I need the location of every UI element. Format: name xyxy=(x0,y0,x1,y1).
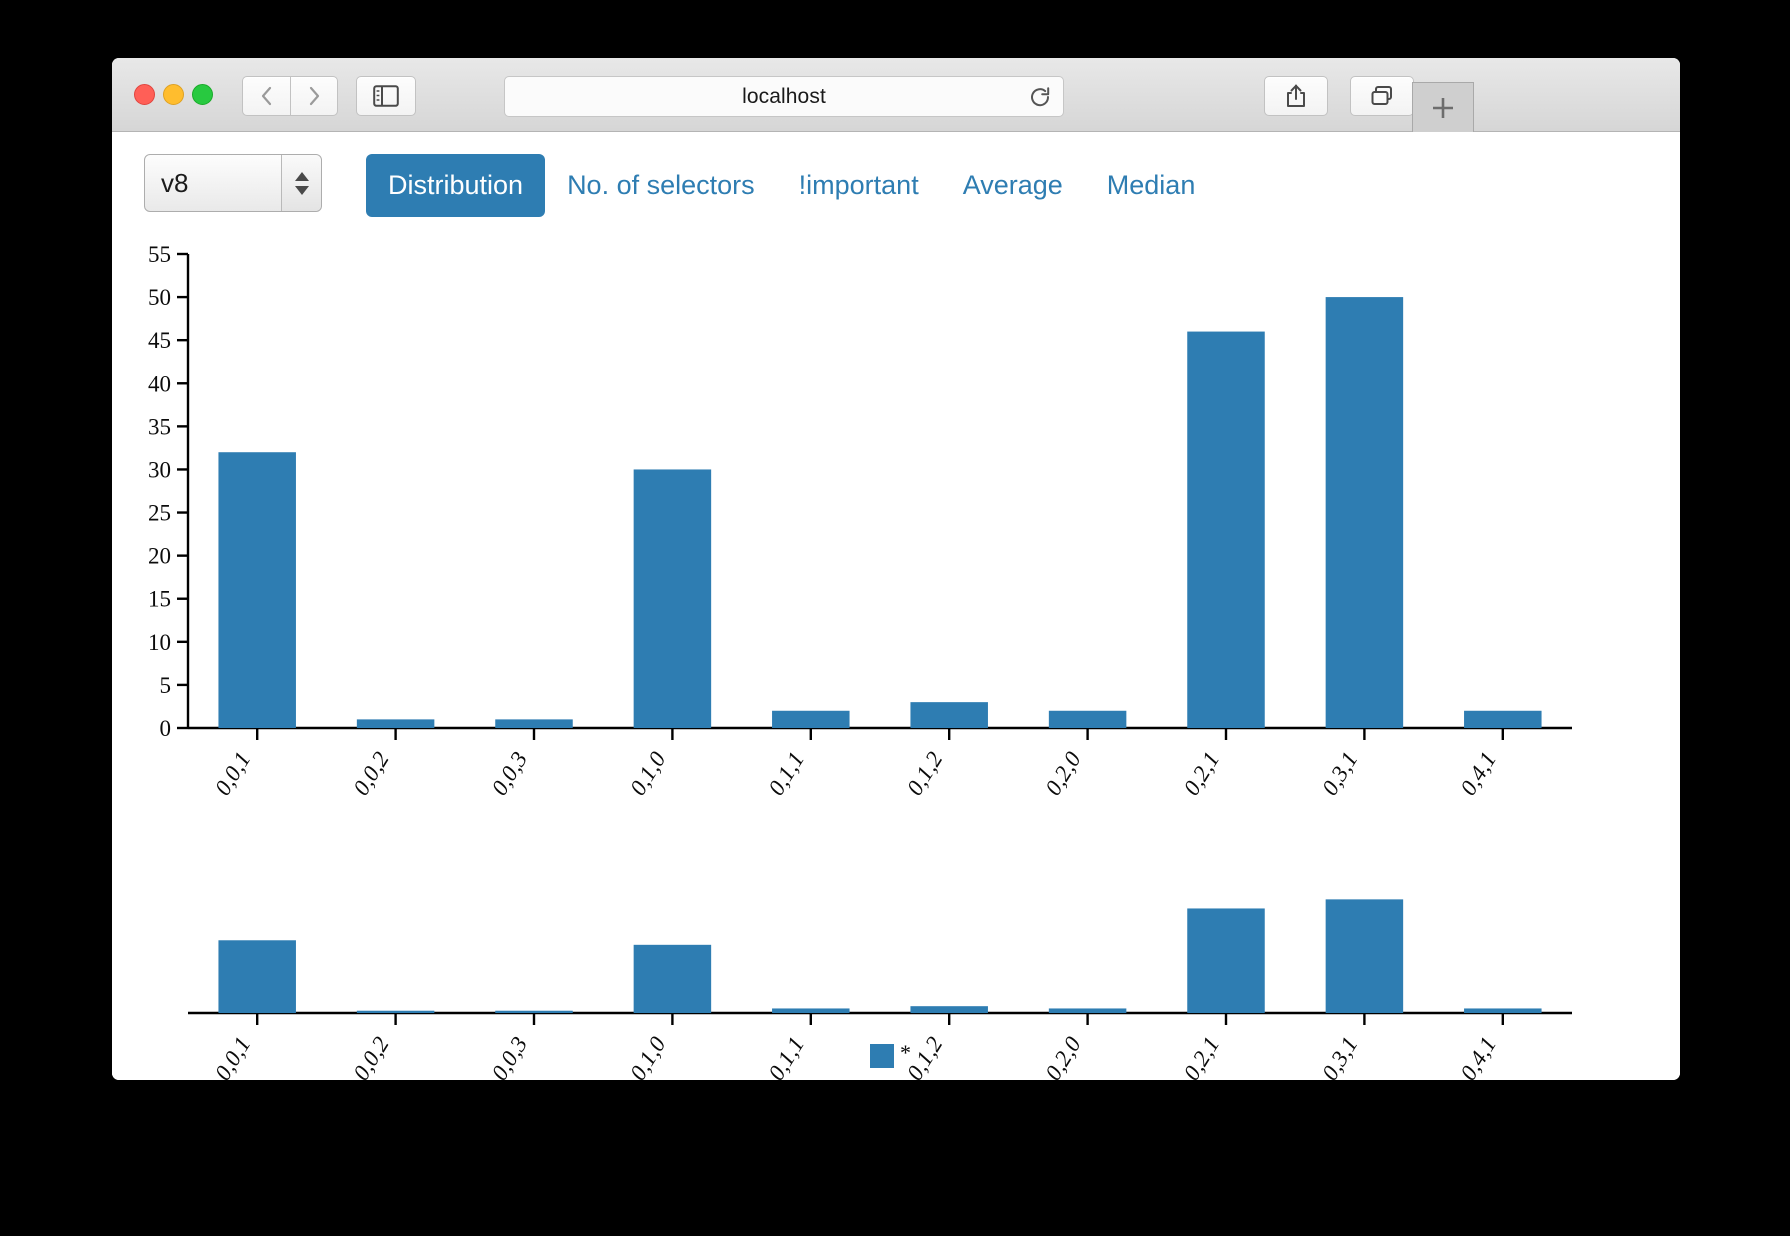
bar[interactable] xyxy=(495,719,573,728)
version-select[interactable]: v8 xyxy=(144,154,322,212)
chevron-right-icon xyxy=(309,86,320,106)
stepper-up-icon xyxy=(294,171,309,181)
bar[interactable] xyxy=(1325,297,1404,728)
back-button[interactable] xyxy=(242,76,290,116)
chart-area: 0 5 10 15 20 25 30 35 40 45 50 55 0,0,1 0,0,2 0,0,3 0,1… xyxy=(112,228,1680,1080)
bar[interactable] xyxy=(1048,710,1127,728)
context-x-tick-label: 0,1,1 xyxy=(763,1032,809,1080)
bar[interactable] xyxy=(633,469,712,728)
browser-window: localhost v8 Distribution No. of selecto… xyxy=(112,58,1680,1080)
context-bar[interactable] xyxy=(772,1008,850,1013)
bar[interactable] xyxy=(356,719,435,728)
bar[interactable] xyxy=(772,710,850,728)
browser-titlebar: localhost xyxy=(112,58,1680,134)
app-navbar: v8 Distribution No. of selectors !import… xyxy=(112,132,1680,228)
context-bar[interactable] xyxy=(495,1010,573,1013)
bar[interactable] xyxy=(1187,331,1265,728)
forward-button[interactable] xyxy=(290,76,338,116)
y-tick-label: 45 xyxy=(148,328,171,353)
url-text: localhost xyxy=(742,84,826,108)
bar[interactable] xyxy=(218,452,296,728)
tab-distribution[interactable]: Distribution xyxy=(366,154,546,217)
y-tick-label: 10 xyxy=(148,630,171,655)
minimize-window-button[interactable] xyxy=(163,84,184,105)
x-tick-label: 0,0,3 xyxy=(487,747,533,799)
show-all-tabs-button[interactable] xyxy=(1350,76,1414,116)
legend-swatch[interactable] xyxy=(870,1044,894,1068)
context-x-tick-label: 0,0,3 xyxy=(487,1032,533,1080)
stepper-icon[interactable] xyxy=(281,155,321,211)
x-tick-label: 0,2,1 xyxy=(1179,747,1225,799)
new-tab-button[interactable] xyxy=(1412,82,1474,134)
legend-label: * xyxy=(900,1040,911,1065)
x-tick-label: 0,3,1 xyxy=(1317,747,1363,799)
context-x-tick-label: 0,3,1 xyxy=(1317,1032,1363,1080)
show-sidebar-button[interactable] xyxy=(356,76,416,116)
context-bar[interactable] xyxy=(218,940,296,1013)
context-bar[interactable] xyxy=(910,1006,988,1013)
tab-no-of-selectors[interactable]: No. of selectors xyxy=(545,154,777,217)
x-tick-label: 0,1,0 xyxy=(625,747,671,800)
context-bar[interactable] xyxy=(1048,1008,1127,1013)
context-bar[interactable] xyxy=(1187,908,1265,1013)
address-bar[interactable]: localhost xyxy=(504,76,1064,117)
plus-icon xyxy=(1433,98,1453,118)
reload-icon xyxy=(1031,86,1050,106)
distribution-bar-chart[interactable]: 0 5 10 15 20 25 30 35 40 45 50 55 0,0,1 0,0,2 0,0,3 0,1… xyxy=(112,228,1680,1080)
y-tick-label: 5 xyxy=(160,673,172,698)
bar[interactable] xyxy=(910,702,988,728)
share-button[interactable] xyxy=(1264,76,1328,116)
bar[interactable] xyxy=(1464,710,1542,728)
sidebar-icon xyxy=(373,85,399,107)
nav-tabs: Distribution No. of selectors !important… xyxy=(366,154,1217,217)
x-tick-label: 0,0,1 xyxy=(210,747,256,799)
tab-average[interactable]: Average xyxy=(941,154,1085,217)
page-content: v8 Distribution No. of selectors !import… xyxy=(112,132,1680,1080)
context-x-tick-label: 0,0,1 xyxy=(210,1032,256,1080)
x-tick-label: 0,4,1 xyxy=(1455,747,1501,799)
tab-median[interactable]: Median xyxy=(1085,154,1218,217)
context-x-tick-label: 0,0,2 xyxy=(348,1032,394,1080)
y-tick-label: 25 xyxy=(148,501,171,526)
context-bar[interactable] xyxy=(1325,899,1404,1013)
window-controls xyxy=(134,84,213,105)
y-tick-label: 40 xyxy=(148,371,171,396)
context-x-tick-label: 0,2,0 xyxy=(1040,1032,1086,1080)
context-bar[interactable] xyxy=(633,944,712,1013)
context-x-tick-label: 0,1,0 xyxy=(625,1032,671,1080)
context-bar[interactable] xyxy=(1464,1008,1542,1013)
y-tick-label: 35 xyxy=(148,414,171,439)
version-select-value: v8 xyxy=(161,167,189,198)
x-tick-label: 0,2,0 xyxy=(1040,747,1086,800)
context-x-tick-label: 0,4,1 xyxy=(1455,1032,1501,1080)
x-tick-label: 0,1,1 xyxy=(763,747,809,799)
x-tick-label: 0,0,2 xyxy=(348,747,394,799)
maximize-window-button[interactable] xyxy=(192,84,213,105)
show-tabs-icon xyxy=(1371,86,1392,105)
y-tick-label: 15 xyxy=(148,587,171,612)
close-window-button[interactable] xyxy=(134,84,155,105)
y-tick-label: 55 xyxy=(148,242,171,267)
tab-important[interactable]: !important xyxy=(777,154,941,217)
y-tick-label: 50 xyxy=(148,285,171,310)
y-tick-label: 0 xyxy=(160,716,172,741)
y-tick-label: 30 xyxy=(148,457,171,482)
chevron-left-icon xyxy=(261,86,271,106)
context-bar[interactable] xyxy=(356,1010,435,1013)
x-tick-label: 0,1,2 xyxy=(902,747,948,799)
stepper-down-icon xyxy=(294,185,309,195)
share-icon xyxy=(1287,84,1305,107)
reload-button[interactable] xyxy=(1027,84,1053,110)
context-x-tick-label: 0,2,1 xyxy=(1179,1032,1225,1080)
y-tick-label: 20 xyxy=(148,544,171,569)
